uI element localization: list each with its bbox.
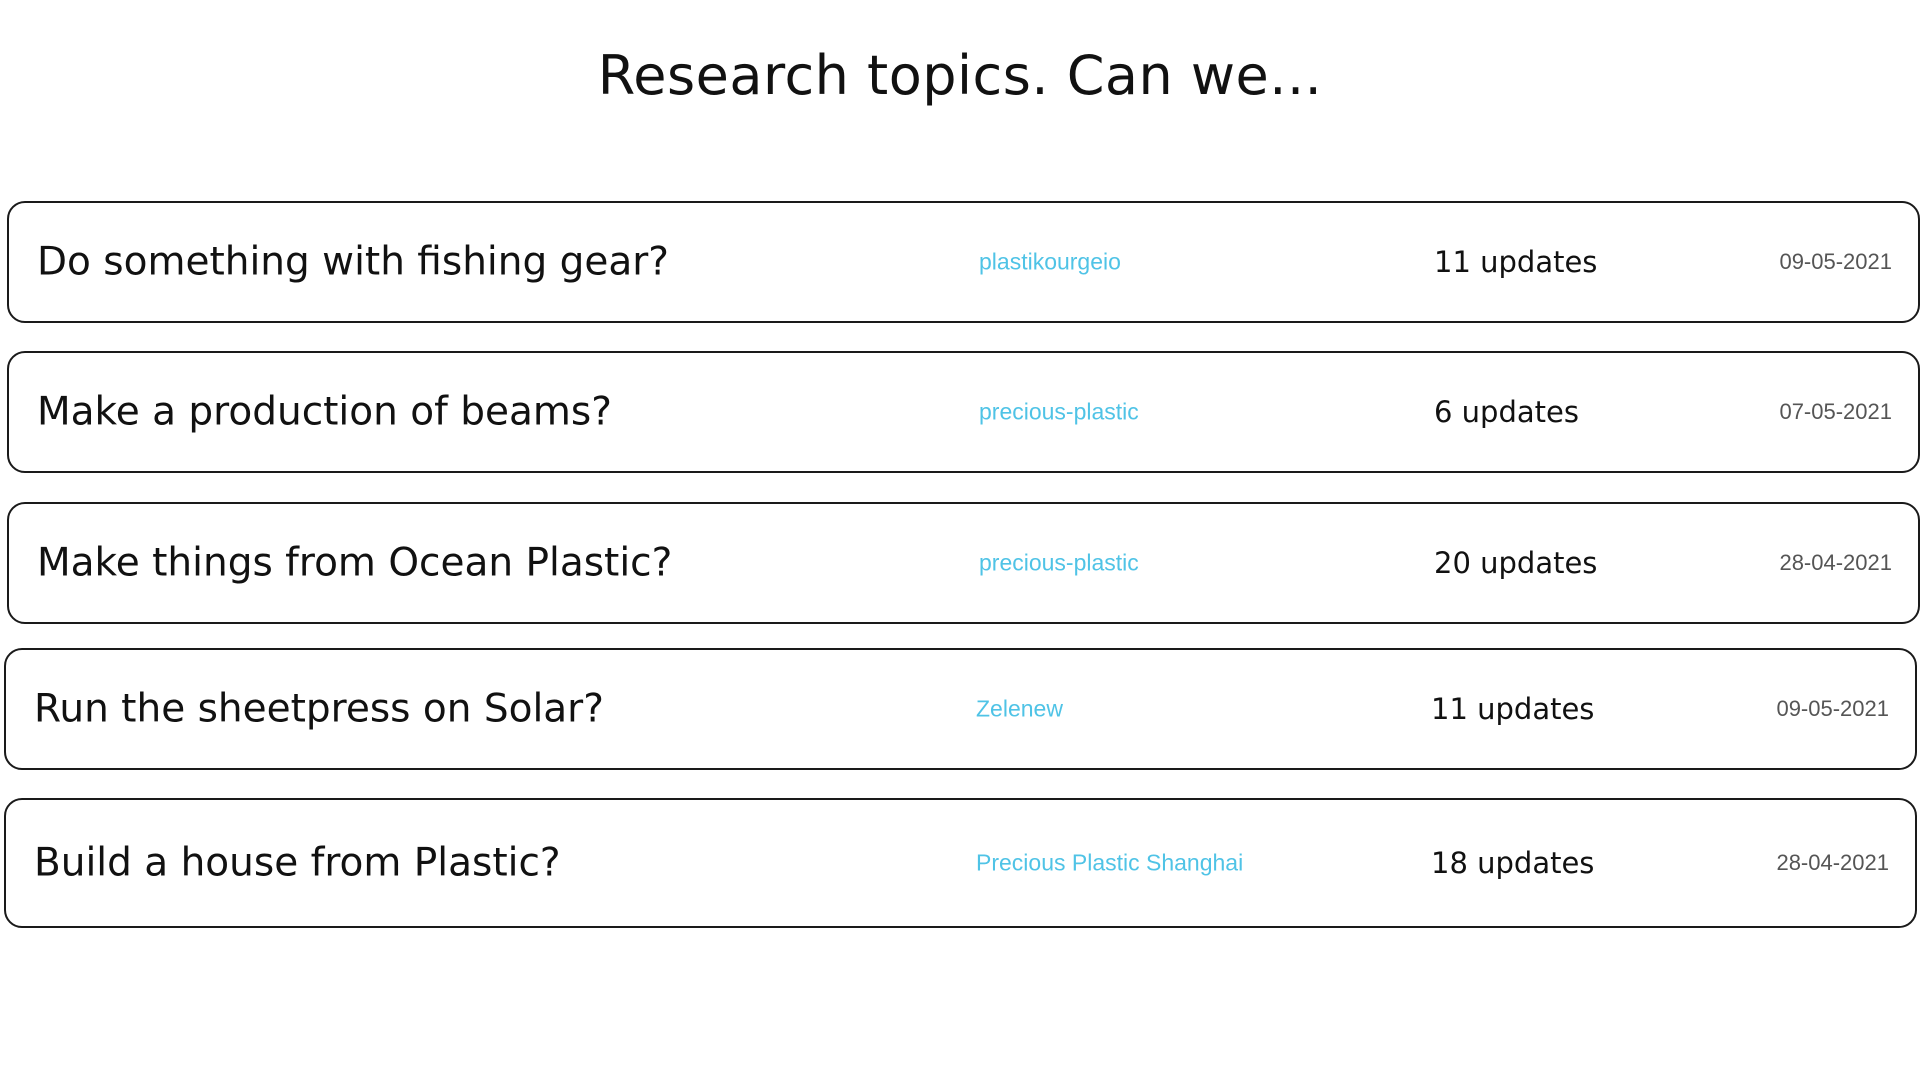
topic-update-count: 20 updates: [1434, 546, 1598, 580]
topic-title[interactable]: Make things from Ocean Plastic?: [37, 541, 672, 586]
topic-title[interactable]: Do something with fishing gear?: [37, 240, 669, 285]
topic-row[interactable]: Do something with fishing gear? plastiko…: [7, 201, 1920, 323]
topic-update-count: 18 updates: [1431, 846, 1595, 880]
topic-author-link[interactable]: Precious Plastic Shanghai: [976, 850, 1243, 877]
topic-date: 07-05-2021: [1779, 399, 1892, 424]
topic-date: 09-05-2021: [1776, 696, 1889, 721]
topic-title[interactable]: Make a production of beams?: [37, 390, 612, 435]
topic-row[interactable]: Make things from Ocean Plastic? precious…: [7, 502, 1920, 624]
topic-author-link[interactable]: precious-plastic: [979, 399, 1139, 426]
topic-row[interactable]: Make a production of beams? precious-pla…: [7, 351, 1920, 473]
topic-date: 09-05-2021: [1779, 249, 1892, 274]
topic-author-link[interactable]: Zelenew: [976, 696, 1063, 723]
topic-update-count: 11 updates: [1431, 692, 1595, 726]
research-topic-list: Do something with fishing gear? plastiko…: [0, 0, 1920, 1080]
topic-row[interactable]: Build a house from Plastic? Precious Pla…: [4, 798, 1917, 928]
topic-update-count: 6 updates: [1434, 395, 1579, 429]
topic-date: 28-04-2021: [1776, 850, 1889, 875]
topic-author-link[interactable]: plastikourgeio: [979, 249, 1121, 276]
topic-row[interactable]: Run the sheetpress on Solar? Zelenew 11 …: [4, 648, 1917, 770]
topic-update-count: 11 updates: [1434, 245, 1598, 279]
topic-date: 28-04-2021: [1779, 550, 1892, 575]
topic-title[interactable]: Build a house from Plastic?: [34, 841, 561, 886]
topic-title[interactable]: Run the sheetpress on Solar?: [34, 687, 604, 732]
topic-author-link[interactable]: precious-plastic: [979, 550, 1139, 577]
